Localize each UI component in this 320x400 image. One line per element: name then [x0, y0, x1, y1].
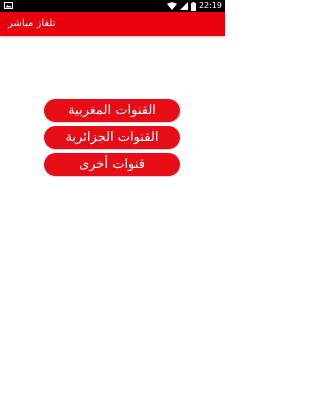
app-title: تلفاز مباشر [8, 18, 56, 29]
moroccan-channels-button[interactable]: القنوات المغربية [44, 99, 180, 122]
other-channels-button[interactable]: قنوات أخرى [44, 153, 180, 176]
signal-icon [179, 2, 188, 10]
channel-menu: القنوات المغربية القنوات الجزائرية قنوات… [44, 99, 180, 180]
status-icons: 22:19 [166, 0, 222, 12]
algerian-channels-button[interactable]: القنوات الجزائرية [44, 126, 180, 149]
image-icon [4, 2, 13, 9]
status-clock: 22:19 [198, 1, 222, 10]
status-bar: 22:19 [0, 0, 225, 12]
battery-icon [190, 1, 196, 11]
app-bar: تلفاز مباشر [0, 12, 225, 36]
wifi-icon [166, 2, 177, 10]
